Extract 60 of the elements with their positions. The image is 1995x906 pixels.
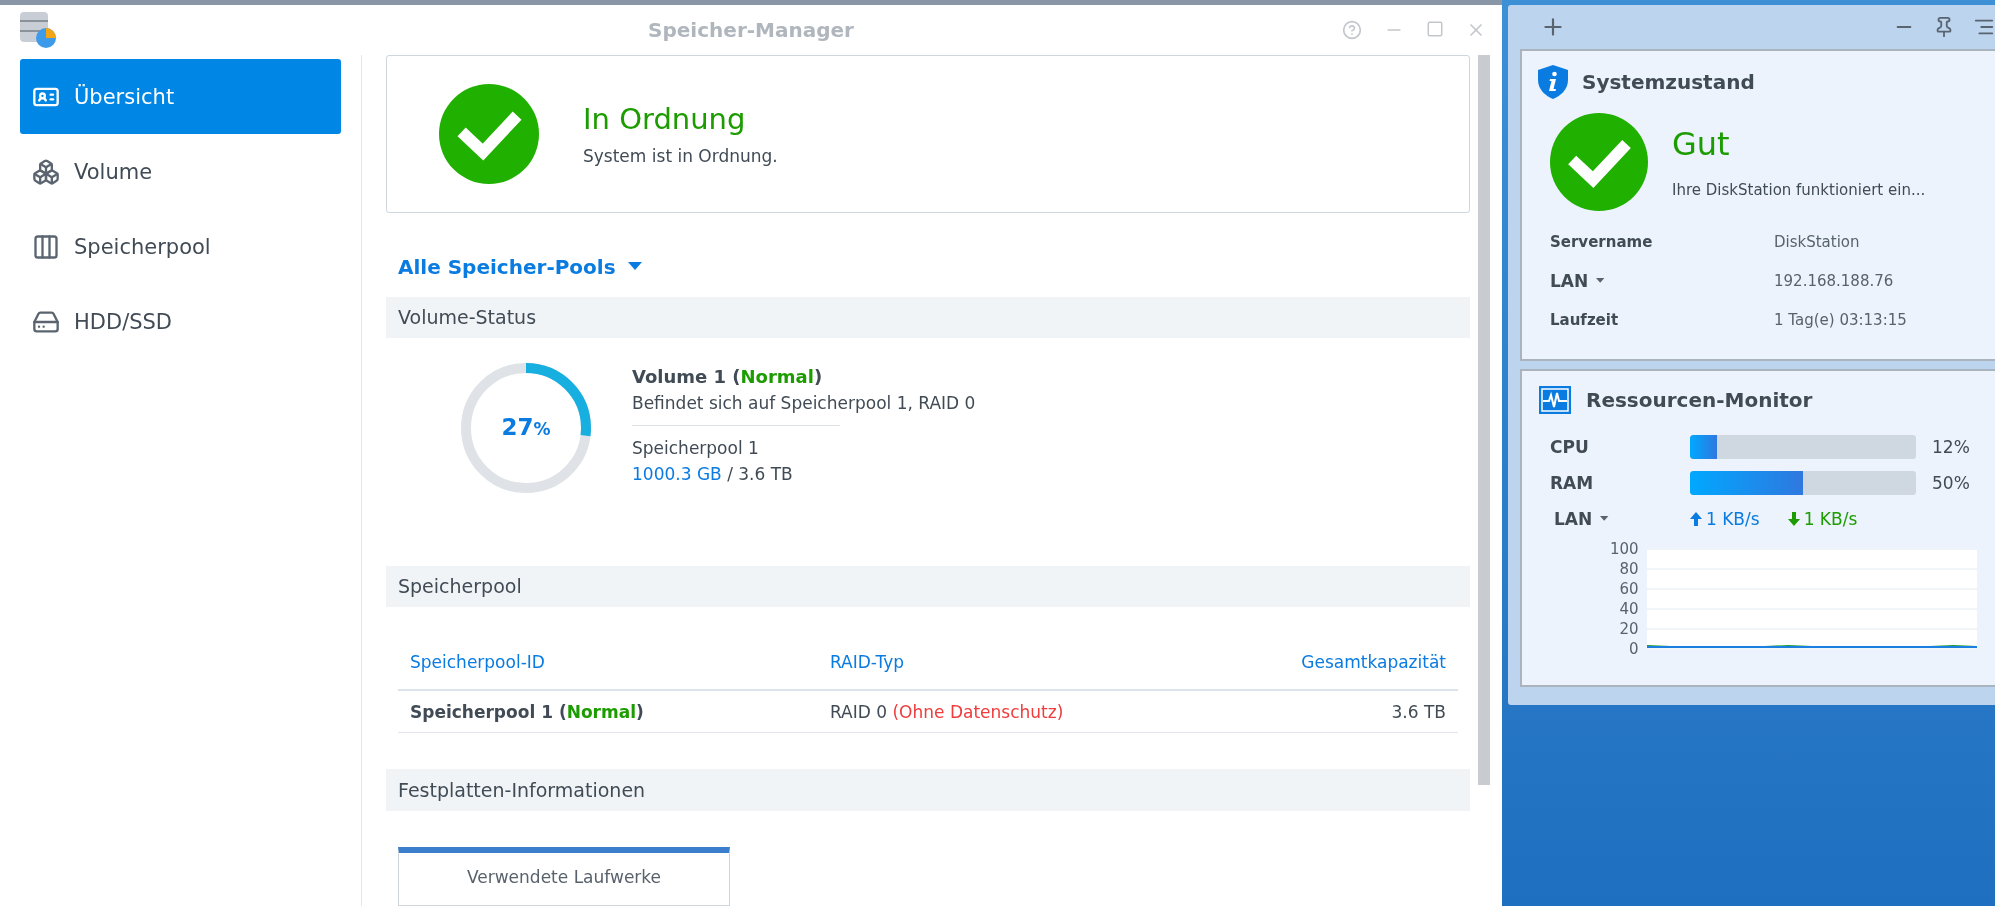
widget-title: Systemzustand bbox=[1582, 70, 1755, 94]
upload-rate: 1 KB/s bbox=[1690, 509, 1760, 529]
drives-tab[interactable]: Verwendete Laufwerke bbox=[398, 846, 730, 906]
download-arrow-icon bbox=[1787, 512, 1800, 526]
info-shield-icon bbox=[1538, 65, 1568, 99]
info-value: DiskStation bbox=[1774, 233, 1861, 251]
y-tick-label: 60 bbox=[1618, 580, 1639, 598]
scrollbar[interactable] bbox=[1478, 55, 1490, 785]
volume-capacity: 1000.3 GB / 3.6 TB bbox=[632, 464, 794, 485]
section-header: Speicherpool bbox=[386, 565, 1470, 607]
lan-dropdown[interactable]: LAN bbox=[1550, 509, 1674, 529]
info-label: Laufzeit bbox=[1550, 311, 1620, 329]
help-icon[interactable] bbox=[1342, 20, 1362, 40]
health-state: Gut bbox=[1672, 125, 1731, 163]
widget-title: Ressourcen-Monitor bbox=[1586, 388, 1813, 412]
pool-filter-dropdown[interactable]: Alle Speicher-Pools bbox=[398, 249, 1470, 285]
y-tick-label: 20 bbox=[1618, 620, 1639, 638]
lan-dropdown[interactable]: LAN bbox=[1550, 271, 1774, 291]
caret-icon bbox=[1600, 516, 1609, 522]
y-tick-label: 100 bbox=[1610, 540, 1639, 558]
sidebar-item[interactable]: Volume bbox=[20, 134, 341, 209]
table-cell-text: 3.6 TB bbox=[1390, 701, 1446, 722]
status-title: In Ordnung bbox=[583, 102, 747, 137]
volume-pool: Speicherpool 1 bbox=[632, 438, 760, 459]
cubes-icon bbox=[32, 157, 60, 186]
y-tick-label: 80 bbox=[1618, 560, 1639, 578]
window-title: Speicher-Manager bbox=[648, 18, 854, 42]
caret-icon bbox=[1596, 278, 1605, 284]
volume-title: Volume 1 (Normal) bbox=[632, 366, 824, 388]
volume-location: Befindet sich auf Speicherpool 1, RAID 0 bbox=[632, 393, 976, 414]
caret-icon bbox=[627, 261, 642, 272]
meter-label: CPU bbox=[1550, 437, 1590, 457]
info-value: 1 Tag(e) 03:13:15 bbox=[1774, 311, 1908, 329]
column-header[interactable]: Gesamtkapazität bbox=[1138, 652, 1446, 672]
columns-icon bbox=[32, 232, 60, 261]
column-header[interactable]: Speicherpool-ID bbox=[410, 652, 830, 672]
check-icon bbox=[439, 84, 539, 185]
section-header: Festplatten-Informationen bbox=[386, 769, 1470, 811]
check-icon bbox=[1550, 113, 1648, 211]
meter-reading: 12% bbox=[1932, 437, 1971, 457]
table-cell-text: RAID 0 (Ohne Datenschutz) bbox=[830, 701, 1065, 722]
info-value: 192.168.188.76 bbox=[1774, 272, 1895, 290]
health-message: Ihre DiskStation funktioniert ein... bbox=[1672, 181, 1926, 199]
sidebar-item[interactable]: Übersicht bbox=[20, 59, 341, 134]
sidebar-item[interactable]: HDD/SSD bbox=[20, 284, 341, 359]
meter-label: RAM bbox=[1550, 473, 1595, 493]
maximize-icon[interactable] bbox=[1426, 20, 1444, 38]
y-tick-label: 0 bbox=[1628, 640, 1639, 658]
sidebar-item[interactable]: Speicherpool bbox=[20, 209, 341, 284]
monitor-pulse-icon bbox=[1538, 385, 1572, 415]
column-header[interactable]: RAID-Typ bbox=[830, 652, 1138, 672]
info-label: Servername bbox=[1550, 233, 1654, 251]
usage-percent: 27% bbox=[500, 414, 552, 441]
section-header: Volume-Status bbox=[386, 296, 1470, 339]
download-rate: 1 KB/s bbox=[1787, 509, 1858, 529]
upload-arrow-icon bbox=[1690, 512, 1702, 526]
status-message: System ist in Ordnung. bbox=[583, 146, 778, 167]
table-cell-text: Speicherpool 1 (Normal) bbox=[410, 701, 645, 722]
meter-reading: 50% bbox=[1932, 473, 1971, 493]
y-tick-label: 40 bbox=[1618, 600, 1639, 618]
